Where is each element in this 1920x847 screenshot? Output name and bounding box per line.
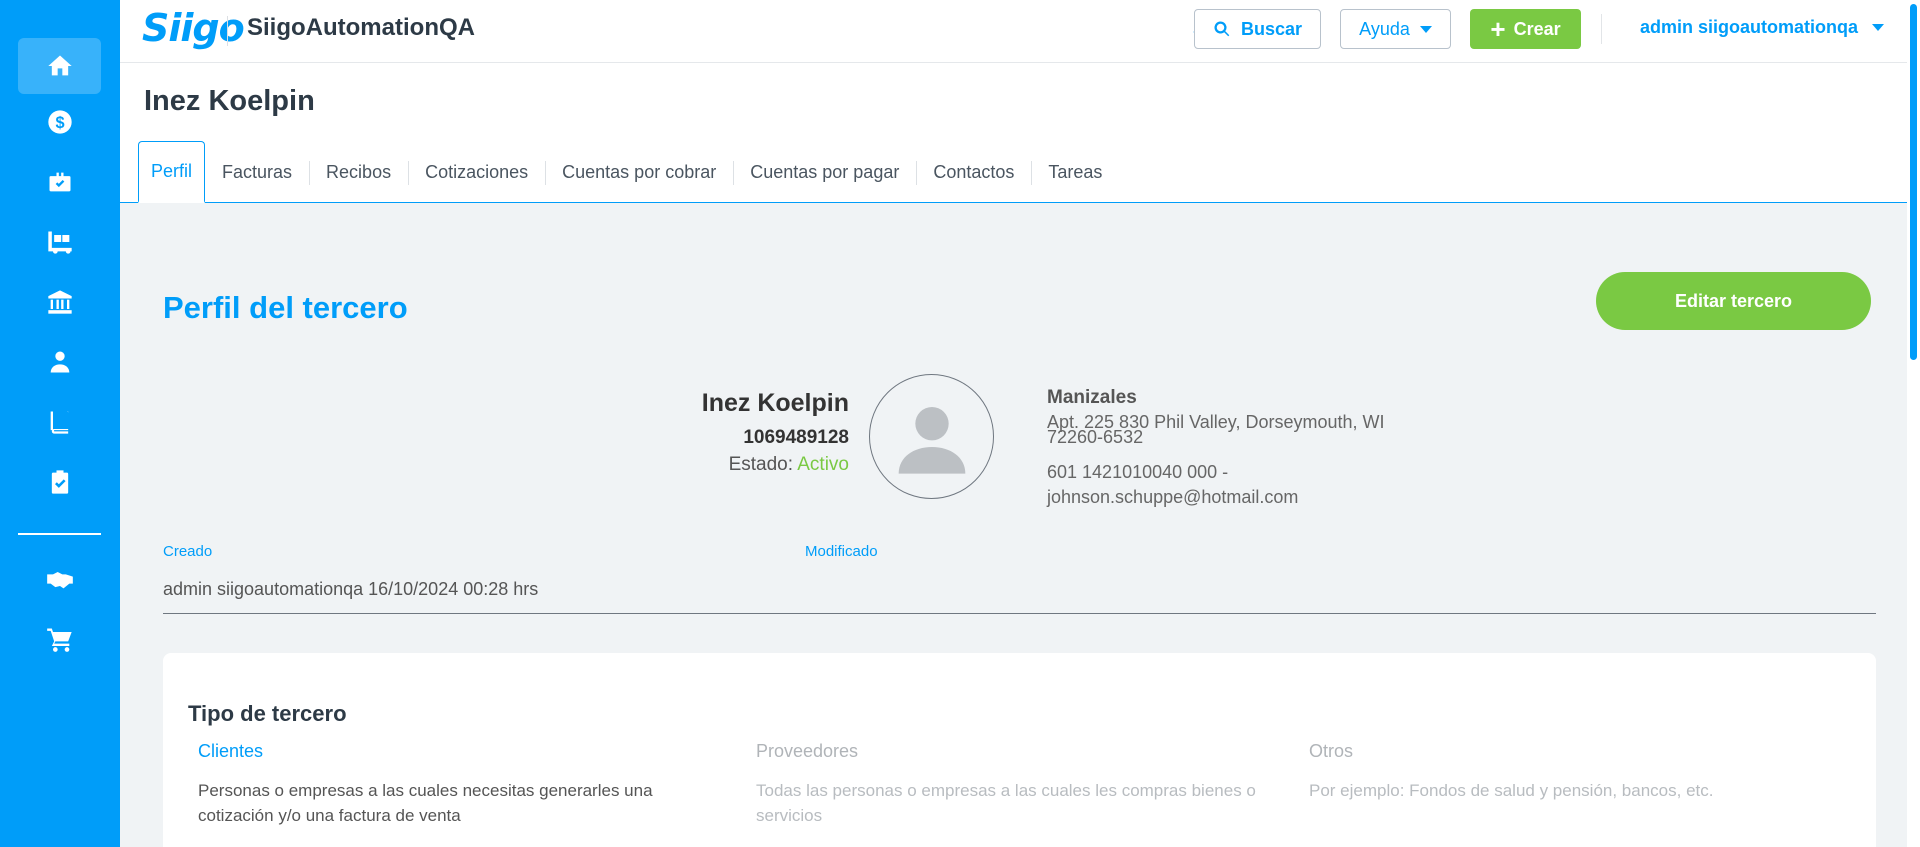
sidebar-item-bank[interactable] xyxy=(18,274,101,330)
svg-text:$: $ xyxy=(55,114,64,132)
create-button-label: Crear xyxy=(1513,18,1561,39)
plus-icon: + xyxy=(1490,14,1506,44)
chevron-down-icon xyxy=(1872,24,1885,31)
bank-icon xyxy=(47,290,72,314)
profile-heading: Perfil del tercero xyxy=(163,290,408,325)
profile-phone: 601 1421010040 000 - xyxy=(1047,462,1229,482)
sidebar-item-accounting[interactable] xyxy=(18,394,101,450)
sidebar-item-partners[interactable] xyxy=(18,551,101,607)
profile-content: Perfil del tercero Editar tercero Inez K… xyxy=(120,203,1920,847)
search-button[interactable]: Buscar xyxy=(1194,9,1321,49)
type-option-label: Proveedores xyxy=(756,741,859,761)
third-party-type-card: Tipo de tercero Clientes Personas o empr… xyxy=(163,653,1876,847)
top-header: Siigo SiigoAutomationQA Buscar Ayuda + C… xyxy=(120,0,1920,63)
user-icon xyxy=(50,351,69,373)
sidebar-item-employees[interactable] xyxy=(18,334,101,390)
third-party-type-title: Tipo de tercero xyxy=(188,701,347,726)
user-menu[interactable]: admin siigoautomationqa xyxy=(1640,17,1885,38)
tab-cuentas-por-pagar[interactable]: Cuentas por pagar xyxy=(733,141,916,203)
header-separator xyxy=(1601,14,1602,44)
tab-recibos[interactable]: Recibos xyxy=(309,141,408,203)
search-button-label: Buscar xyxy=(1240,18,1303,39)
help-dropdown-label: Ayuda xyxy=(1359,18,1410,39)
handshake-icon xyxy=(46,572,73,589)
tab-facturas[interactable]: Facturas xyxy=(205,141,309,203)
type-option-otros[interactable]: Otros Por ejemplo: Fondos de salud y pen… xyxy=(1309,741,1809,803)
help-dropdown[interactable]: Ayuda xyxy=(1340,9,1451,49)
section-divider xyxy=(163,613,1876,614)
profile-address: Apt. 225 830 Phil Valley, Dorseymouth, W… xyxy=(1047,412,1385,447)
tab-bar: Perfil Facturas Recibos Cotizaciones Cue… xyxy=(138,141,1119,203)
type-option-description: Todas las personas o empresas a las cual… xyxy=(756,781,1256,825)
book-icon xyxy=(50,411,68,434)
sidebar-divider xyxy=(18,533,101,535)
search-icon xyxy=(1214,21,1230,37)
type-option-label: Clientes xyxy=(198,741,264,761)
profile-id-number: 1069489128 xyxy=(743,427,849,448)
cart-icon xyxy=(46,628,72,652)
sidebar-item-home[interactable] xyxy=(18,38,101,94)
type-option-label: Otros xyxy=(1309,741,1354,761)
logo-separator xyxy=(227,16,228,46)
create-button[interactable]: + Crear xyxy=(1470,9,1581,49)
home-icon xyxy=(47,55,72,76)
tab-contactos[interactable]: Contactos xyxy=(916,141,1031,203)
edit-third-party-button[interactable]: Editar tercero xyxy=(1596,272,1871,330)
state-label: Estado: xyxy=(728,454,794,475)
profile-name: Inez Koelpin xyxy=(701,389,849,417)
tab-perfil[interactable]: Perfil xyxy=(138,141,206,203)
type-option-description: Por ejemplo: Fondos de salud y pensión, … xyxy=(1309,781,1714,800)
state-value: Activo xyxy=(797,454,849,475)
warehouse-icon xyxy=(47,231,72,254)
profile-email: johnson.schuppe@hotmail.com xyxy=(1047,487,1299,507)
type-option-proveedores[interactable]: Proveedores Todas las personas o empresa… xyxy=(756,741,1276,828)
page-scrollbar[interactable] xyxy=(1907,0,1920,847)
scrollbar-thumb[interactable] xyxy=(1910,4,1917,360)
profile-state: Estado: Activo xyxy=(729,454,849,476)
user-placeholder-icon xyxy=(898,406,965,474)
sidebar-item-tasks[interactable] xyxy=(18,454,101,510)
user-name: admin siigoautomationqa xyxy=(1640,17,1859,37)
page-title: Inez Koelpin xyxy=(144,85,315,117)
sidebar-item-inventory[interactable] xyxy=(18,214,101,270)
sidebar-item-sales[interactable] xyxy=(18,154,101,210)
type-option-description: Personas o empresas a las cuales necesit… xyxy=(198,781,653,825)
created-value: admin siigoautomationqa 16/10/2024 00:28… xyxy=(163,579,539,599)
sidebar-item-finance[interactable]: $ xyxy=(18,94,101,150)
clipboard-check-icon xyxy=(51,470,68,494)
page-header: Inez Koelpin Perfil Facturas Recibos Cot… xyxy=(120,63,1920,203)
sidebar: $ xyxy=(0,0,120,847)
profile-city: Manizales xyxy=(1047,387,1137,408)
dollar-icon: $ xyxy=(47,110,72,134)
company-name: SiigoAutomationQA xyxy=(247,14,475,41)
briefcase-icon xyxy=(49,172,70,192)
avatar xyxy=(869,374,994,499)
tab-tareas[interactable]: Tareas xyxy=(1031,141,1119,203)
chevron-down-icon xyxy=(1419,25,1432,33)
type-option-clientes[interactable]: Clientes Personas o empresas a las cuale… xyxy=(198,741,698,828)
modified-label: Modificado xyxy=(805,543,878,560)
sidebar-item-store[interactable] xyxy=(18,611,101,667)
siigo-logo[interactable]: Siigo xyxy=(142,6,245,50)
created-label: Creado xyxy=(163,543,213,560)
tab-cuentas-por-cobrar[interactable]: Cuentas por cobrar xyxy=(545,141,733,203)
tab-cotizaciones[interactable]: Cotizaciones xyxy=(408,141,545,203)
